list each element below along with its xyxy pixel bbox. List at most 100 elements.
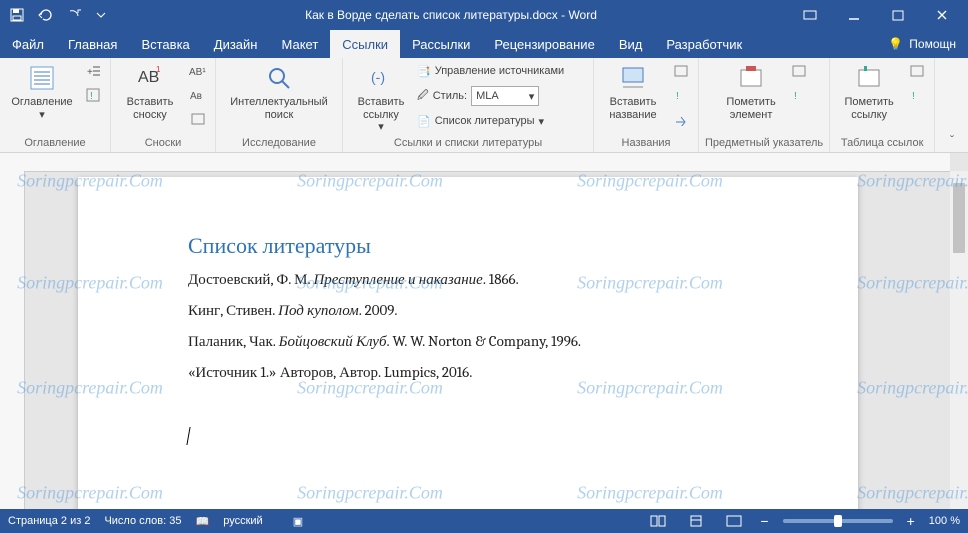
- tab-макет[interactable]: Макет: [269, 30, 330, 58]
- svg-text:1: 1: [156, 65, 161, 74]
- macro-icon[interactable]: ▣: [293, 515, 303, 528]
- vertical-ruler[interactable]: [0, 153, 25, 509]
- maximize-icon[interactable]: [876, 0, 920, 30]
- update-index-icon[interactable]: !: [788, 84, 810, 106]
- zoom-out-icon[interactable]: −: [760, 513, 768, 529]
- scrollbar-thumb[interactable]: [953, 183, 965, 253]
- tab-главная[interactable]: Главная: [56, 30, 129, 58]
- ribbon: Оглавление▾ + ! Оглавление AB1 Вставить …: [0, 58, 968, 153]
- bibliography-entry: «Источник 1.» Авторов, Автор. Lumpics, 2…: [188, 362, 748, 383]
- insert-footnote-button[interactable]: AB1 Вставить сноску: [117, 60, 183, 123]
- update-toa-icon[interactable]: !: [906, 84, 928, 106]
- footnote-icon: AB1: [134, 62, 166, 94]
- tab-ссылки[interactable]: Ссылки: [330, 30, 400, 58]
- svg-text:!: !: [912, 91, 915, 102]
- toc-button[interactable]: Оглавление▾: [6, 60, 78, 123]
- insert-endnote-icon[interactable]: AB¹: [187, 60, 209, 82]
- undo-icon[interactable]: [32, 2, 58, 28]
- document-area: Список литературы Достоевский, Ф. М. Пре…: [0, 153, 968, 509]
- update-table-icon[interactable]: !: [670, 84, 692, 106]
- window-title: Как в Ворде сделать список литературы.do…: [114, 8, 788, 22]
- collapse-ribbon-icon[interactable]: ˇ: [942, 130, 962, 150]
- bibliography-entry: Достоевский, Ф. М. Преступление и наказа…: [188, 269, 748, 290]
- show-notes-icon[interactable]: [187, 108, 209, 130]
- insert-citation-button[interactable]: (-) Вставить ссылку▾: [349, 60, 413, 136]
- minimize-icon[interactable]: [832, 0, 876, 30]
- insert-table-figures-icon[interactable]: [670, 60, 692, 82]
- search-icon: [263, 62, 295, 94]
- manage-sources-button[interactable]: 📑 Управление источниками: [417, 60, 587, 82]
- svg-text:+: +: [87, 67, 93, 78]
- tab-рецензирование[interactable]: Рецензирование: [482, 30, 606, 58]
- title-bar: Как в Ворде сделать список литературы.do…: [0, 0, 968, 30]
- bibliography-title: Список литературы: [188, 233, 748, 259]
- zoom-in-icon[interactable]: +: [907, 513, 915, 529]
- status-language[interactable]: русский: [223, 515, 262, 527]
- insert-index-icon[interactable]: [788, 60, 810, 82]
- mark-entry-button[interactable]: Пометить элемент: [718, 60, 784, 123]
- smart-lookup-button[interactable]: Интеллектуальный поиск: [222, 60, 336, 123]
- next-footnote-icon[interactable]: Aв: [187, 84, 209, 106]
- group-label-toc: Оглавление: [24, 136, 85, 152]
- close-icon[interactable]: [920, 0, 964, 30]
- qa-customize-icon[interactable]: [88, 2, 114, 28]
- spellcheck-icon[interactable]: 📖: [196, 515, 210, 528]
- style-icon: 🖉: [417, 87, 429, 106]
- bibliography-entry: Кинг, Стивен. Под куполом. 2009.: [188, 300, 748, 321]
- citation-icon: (-): [365, 62, 397, 94]
- web-layout-icon[interactable]: [722, 510, 746, 532]
- tab-вставка[interactable]: Вставка: [129, 30, 201, 58]
- tell-me[interactable]: 💡 Помощн: [876, 30, 968, 58]
- lightbulb-icon: 💡: [888, 37, 903, 51]
- bibliography-icon: 📄: [417, 115, 431, 128]
- insert-caption-button[interactable]: Вставить название: [600, 60, 666, 123]
- redo-icon[interactable]: [60, 2, 86, 28]
- mark-entry-icon: [735, 62, 767, 94]
- svg-text:(-): (-): [371, 69, 385, 85]
- status-words[interactable]: Число слов: 35: [104, 515, 181, 527]
- chevron-down-icon: ▾: [529, 90, 535, 103]
- group-label-captions: Названия: [622, 136, 671, 152]
- svg-text:!: !: [90, 91, 93, 102]
- svg-text:!: !: [676, 91, 679, 102]
- toc-icon: [26, 62, 58, 94]
- status-bar: Страница 2 из 2 Число слов: 35 📖 русский…: [0, 509, 968, 533]
- ribbon-display-icon[interactable]: [788, 0, 832, 30]
- citation-style-combo[interactable]: 🖉 Стиль: MLA▾: [417, 85, 587, 107]
- status-page[interactable]: Страница 2 из 2: [8, 515, 90, 527]
- cross-reference-icon[interactable]: [670, 108, 692, 130]
- print-layout-icon[interactable]: [684, 510, 708, 532]
- group-label-citations: Ссылки и списки литературы: [394, 136, 542, 152]
- bibliography-button[interactable]: 📄 Список литературы▾: [417, 110, 587, 132]
- insert-toa-icon[interactable]: [906, 60, 928, 82]
- mark-citation-button[interactable]: Пометить ссылку: [836, 60, 902, 123]
- tab-вид[interactable]: Вид: [607, 30, 655, 58]
- tab-разработчик[interactable]: Разработчик: [654, 30, 754, 58]
- tab-файл[interactable]: Файл: [0, 30, 56, 58]
- tab-рассылки[interactable]: Рассылки: [400, 30, 482, 58]
- save-icon[interactable]: [4, 2, 30, 28]
- horizontal-ruler[interactable]: [24, 153, 950, 172]
- bibliography-entry: Паланик, Чак. Бойцовский Клуб. W. W. Nor…: [188, 331, 748, 352]
- page-canvas[interactable]: Список литературы Достоевский, Ф. М. Пре…: [78, 177, 858, 509]
- group-label-toa: Таблица ссылок: [841, 136, 924, 152]
- mark-citation-icon: [853, 62, 885, 94]
- svg-text:AB¹: AB¹: [189, 67, 206, 78]
- ribbon-tabs: ФайлГлавнаяВставкаДизайнМакетСсылкиРассы…: [0, 30, 968, 58]
- read-mode-icon[interactable]: [646, 510, 670, 532]
- text-cursor: [186, 427, 191, 445]
- tell-me-label: Помощн: [909, 37, 956, 51]
- group-label-research: Исследование: [242, 136, 316, 152]
- manage-sources-icon: 📑: [417, 65, 431, 78]
- update-toc-icon[interactable]: !: [82, 84, 104, 106]
- zoom-slider[interactable]: [783, 519, 893, 523]
- group-label-index: Предметный указатель: [705, 136, 823, 152]
- add-text-icon[interactable]: +: [82, 60, 104, 82]
- svg-text:!: !: [794, 91, 797, 102]
- vertical-scrollbar[interactable]: [950, 171, 968, 509]
- svg-text:Aв: Aв: [190, 91, 202, 102]
- caption-icon: [617, 62, 649, 94]
- tab-дизайн[interactable]: Дизайн: [202, 30, 270, 58]
- group-label-footnotes: Сноски: [145, 136, 182, 152]
- zoom-level[interactable]: 100 %: [929, 515, 960, 527]
